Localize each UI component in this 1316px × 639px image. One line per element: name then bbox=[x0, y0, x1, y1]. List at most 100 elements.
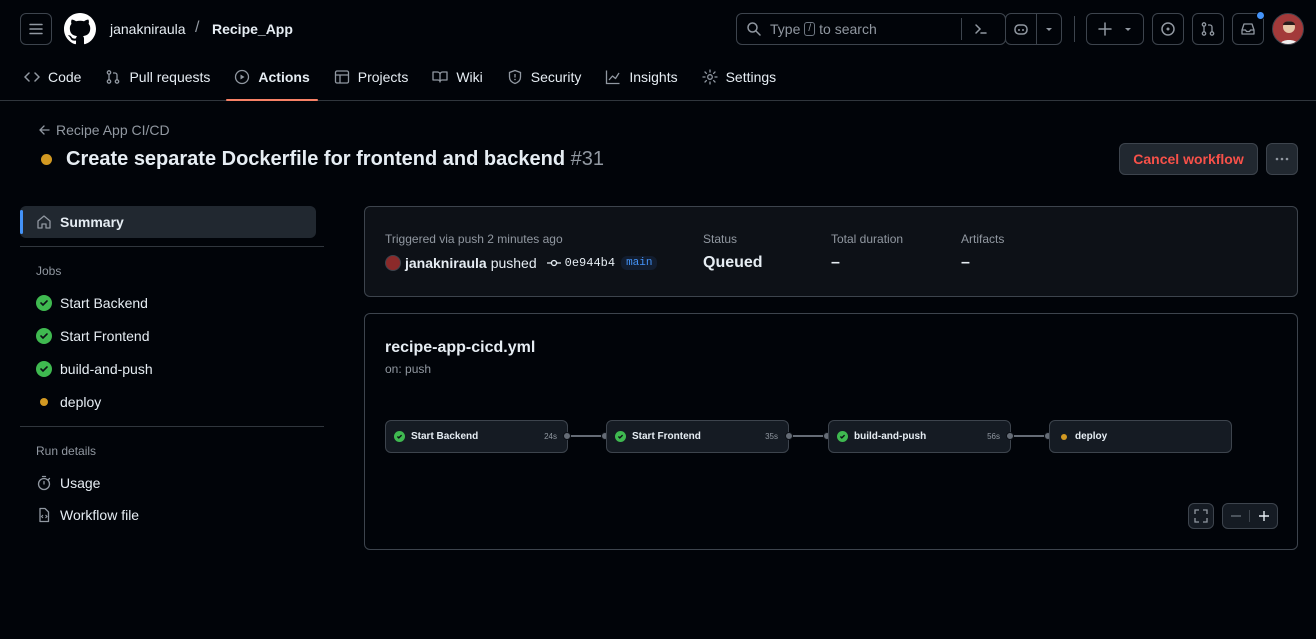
tab-label: Code bbox=[48, 69, 82, 85]
check-circle-icon bbox=[36, 361, 52, 377]
pull-request-icon bbox=[1201, 22, 1215, 36]
issues-button[interactable] bbox=[1152, 13, 1184, 45]
search-input[interactable]: Type / to search bbox=[736, 13, 1006, 45]
tab-actions[interactable]: Actions bbox=[226, 60, 319, 101]
sidebar-summary[interactable]: Summary bbox=[36, 206, 124, 238]
tab-wiki[interactable]: Wiki bbox=[424, 60, 490, 94]
user-avatar[interactable] bbox=[1272, 13, 1304, 45]
run-number: #31 bbox=[570, 148, 604, 170]
copilot-button[interactable] bbox=[1005, 13, 1037, 45]
hamburger-icon bbox=[29, 23, 43, 35]
duration-value: – bbox=[831, 254, 840, 271]
code-icon bbox=[24, 72, 40, 82]
sidebar-job-build-and-push[interactable]: build-and-push bbox=[36, 353, 153, 385]
breadcrumb-separator: / bbox=[195, 19, 200, 36]
more-options-button[interactable] bbox=[1266, 143, 1298, 175]
github-logo-icon[interactable] bbox=[64, 13, 96, 45]
tab-settings[interactable]: Settings bbox=[694, 60, 785, 94]
command-palette-icon[interactable] bbox=[973, 21, 989, 37]
sidebar-item-label: Summary bbox=[60, 214, 124, 230]
tab-label: Pull requests bbox=[129, 69, 211, 85]
tab-label: Security bbox=[530, 69, 582, 85]
repo-name-link[interactable]: Recipe_App bbox=[212, 21, 293, 37]
menu-button[interactable] bbox=[20, 13, 52, 45]
copilot-dropdown-button[interactable] bbox=[1036, 13, 1062, 45]
commit-link[interactable]: 0e944b4 bbox=[546, 256, 616, 270]
home-icon bbox=[36, 214, 52, 230]
graph-job-deploy[interactable]: deploy bbox=[1049, 420, 1232, 453]
job-label: build-and-push bbox=[854, 431, 927, 442]
commit-sha: 0e944b4 bbox=[564, 256, 616, 270]
jobs-heading: Jobs bbox=[36, 264, 62, 278]
graph-edge bbox=[571, 435, 601, 437]
tab-label: Projects bbox=[357, 69, 409, 85]
tab-code[interactable]: Code bbox=[16, 60, 89, 94]
gear-icon bbox=[701, 69, 718, 85]
workflow-name: Recipe App CI/CD bbox=[56, 122, 170, 138]
issue-icon bbox=[1161, 22, 1175, 36]
stopwatch-icon bbox=[36, 475, 52, 491]
search-placeholder-rest: to search bbox=[819, 21, 877, 37]
artifacts-label: Artifacts bbox=[961, 232, 1005, 246]
graph-job-start-frontend[interactable]: Start Frontend 35s bbox=[606, 420, 789, 453]
sidebar-job-start-frontend[interactable]: Start Frontend bbox=[36, 320, 150, 352]
job-label: Start Backend bbox=[411, 431, 479, 442]
sidebar-job-deploy[interactable]: deploy bbox=[36, 386, 101, 418]
job-label: deploy bbox=[1075, 431, 1108, 442]
sidebar-usage[interactable]: Usage bbox=[36, 467, 100, 499]
sidebar-job-start-backend[interactable]: Start Backend bbox=[36, 287, 148, 319]
create-new-button[interactable] bbox=[1086, 13, 1144, 45]
job-duration: 56s bbox=[987, 432, 1000, 441]
run-summary-card: Triggered via push 2 minutes ago janakni… bbox=[364, 206, 1298, 297]
fullscreen-button[interactable] bbox=[1188, 503, 1214, 529]
top-header: janakniraula / Recipe_App Type / to sear… bbox=[0, 0, 1316, 101]
sidebar-item-label: Start Backend bbox=[60, 295, 148, 311]
check-circle-icon bbox=[36, 295, 52, 311]
run-title: Create separate Dockerfile for frontend … bbox=[66, 148, 566, 170]
workflow-file-name: recipe-app-cicd.yml bbox=[385, 339, 536, 356]
sidebar-item-label: Start Frontend bbox=[60, 328, 150, 344]
shield-icon bbox=[508, 69, 521, 85]
user-avatar[interactable] bbox=[385, 255, 401, 271]
tab-label: Wiki bbox=[456, 69, 483, 85]
trigger-info: janakniraula pushed 0e944b4 main bbox=[385, 255, 658, 271]
kebab-horizontal-icon bbox=[1275, 157, 1289, 161]
check-circle-icon bbox=[615, 431, 626, 442]
pull-requests-button[interactable] bbox=[1192, 13, 1224, 45]
tab-projects[interactable]: Projects bbox=[326, 60, 417, 94]
book-icon bbox=[432, 71, 448, 83]
graph-edge bbox=[1014, 435, 1044, 437]
plus-icon bbox=[1098, 22, 1112, 36]
tab-label: Settings bbox=[725, 69, 777, 85]
back-to-workflow-link[interactable]: Recipe App CI/CD bbox=[38, 122, 170, 138]
workflow-graph-card: recipe-app-cicd.yml on: push Start Backe… bbox=[364, 313, 1298, 550]
branch-label[interactable]: main bbox=[621, 256, 658, 270]
duration-label: Total duration bbox=[831, 232, 904, 246]
graph-job-build-and-push[interactable]: build-and-push 56s bbox=[828, 420, 1011, 453]
tab-insights[interactable]: Insights bbox=[597, 60, 685, 94]
job-label: Start Frontend bbox=[632, 431, 701, 442]
zoom-controls bbox=[1222, 503, 1278, 529]
tab-pull-requests[interactable]: Pull requests bbox=[97, 60, 218, 94]
search-icon bbox=[747, 22, 761, 36]
graph-connector-node bbox=[563, 432, 571, 440]
graph-job-start-backend[interactable]: Start Backend 24s bbox=[385, 420, 568, 453]
notification-indicator bbox=[1256, 11, 1265, 20]
check-circle-icon bbox=[837, 431, 848, 442]
chevron-down-icon bbox=[1046, 28, 1052, 31]
arrow-left-icon bbox=[39, 125, 50, 135]
graph-connector-node bbox=[785, 432, 793, 440]
sidebar-workflow-file[interactable]: Workflow file bbox=[36, 499, 139, 531]
check-circle-icon bbox=[394, 431, 405, 442]
tab-label: Insights bbox=[629, 69, 678, 85]
cancel-workflow-button[interactable]: Cancel workflow bbox=[1119, 143, 1258, 175]
graph-icon bbox=[606, 70, 620, 85]
job-duration: 35s bbox=[765, 432, 778, 441]
commit-icon bbox=[546, 259, 561, 267]
chevron-down-icon bbox=[1125, 28, 1131, 31]
tab-security[interactable]: Security bbox=[499, 60, 590, 94]
zoom-out-button[interactable] bbox=[1223, 510, 1250, 522]
pusher-link[interactable]: janakniraula bbox=[405, 255, 487, 271]
zoom-in-button[interactable] bbox=[1250, 510, 1277, 522]
repo-owner-link[interactable]: janakniraula bbox=[110, 21, 186, 37]
